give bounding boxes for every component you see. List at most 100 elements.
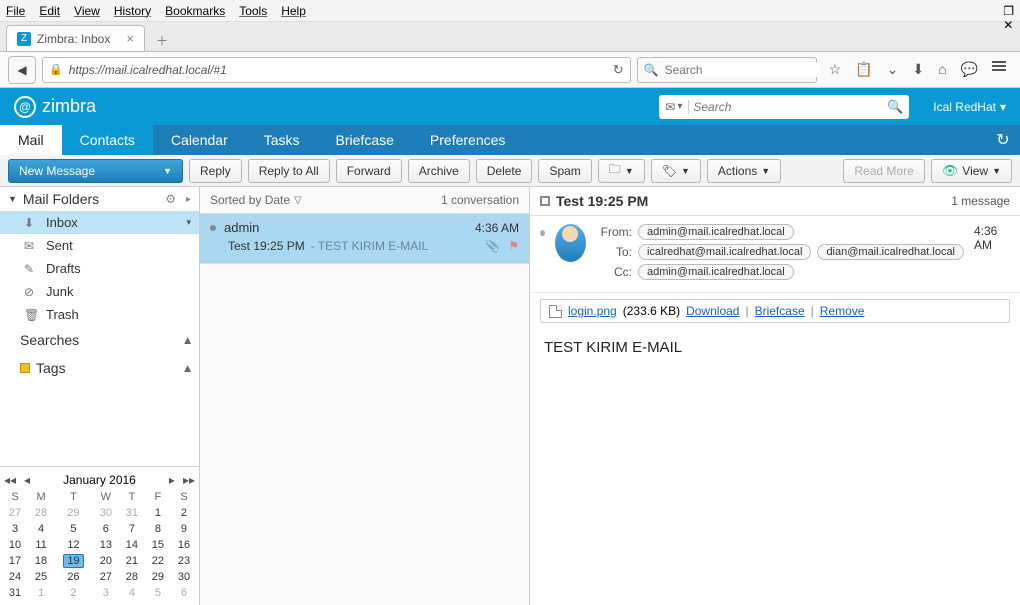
cal-day[interactable]: 2	[54, 585, 93, 601]
pocket-icon[interactable]: ⌄	[887, 61, 899, 78]
sort-control[interactable]: Sorted by Date ▽	[210, 193, 302, 207]
downloads-icon[interactable]: ⬇	[912, 61, 924, 78]
cal-day[interactable]: 8	[145, 521, 171, 537]
menu-view[interactable]: View	[74, 4, 100, 18]
folder-drafts[interactable]: ✎Drafts	[0, 257, 199, 280]
cal-next-month[interactable]: ▸	[167, 473, 177, 487]
calendar-grid[interactable]: SMTWTFS 27282930311234567891011121314151…	[2, 489, 197, 601]
cal-day[interactable]: 31	[2, 585, 28, 601]
cal-day[interactable]: 14	[119, 537, 145, 553]
cal-prev-month[interactable]: ◂	[22, 473, 32, 487]
tag-button[interactable]: 🏷▼	[651, 159, 701, 183]
attachment-briefcase[interactable]: Briefcase	[755, 304, 805, 318]
cal-day[interactable]: 21	[119, 553, 145, 569]
folder-trash[interactable]: 🗑Trash	[0, 303, 199, 326]
delete-button[interactable]: Delete	[476, 159, 533, 183]
folder-sent[interactable]: ✉Sent	[0, 234, 199, 257]
folder-junk[interactable]: ⊘Junk	[0, 280, 199, 303]
mail-folders-header[interactable]: ▼ Mail Folders ⚙ ▸	[0, 187, 199, 211]
cal-day[interactable]: 7	[119, 521, 145, 537]
reply-button[interactable]: Reply	[189, 159, 242, 183]
clipboard-icon[interactable]: 📋	[855, 61, 872, 78]
cal-day[interactable]: 9	[171, 521, 197, 537]
cal-day[interactable]: 13	[93, 537, 119, 553]
tab-preferences[interactable]: Preferences	[412, 125, 523, 155]
cal-day[interactable]: 5	[54, 521, 93, 537]
attachment-remove[interactable]: Remove	[820, 304, 865, 318]
cal-day[interactable]: 19	[54, 553, 93, 569]
cal-day[interactable]: 6	[93, 521, 119, 537]
refresh-icon[interactable]: ↻	[986, 125, 1020, 155]
cal-day[interactable]: 16	[171, 537, 197, 553]
cal-day[interactable]: 22	[145, 553, 171, 569]
to-address-2[interactable]: dian@mail.icalredhat.local	[817, 244, 964, 260]
cal-title[interactable]: January 2016	[36, 473, 163, 487]
chat-icon[interactable]: 💬	[961, 61, 978, 78]
tab-close-icon[interactable]: ×	[126, 31, 134, 46]
cal-day[interactable]: 2	[171, 505, 197, 521]
tab-mail[interactable]: Mail	[0, 125, 62, 155]
gear-icon[interactable]: ⚙	[165, 192, 176, 206]
hamburger-menu-icon[interactable]	[992, 61, 1006, 78]
cal-day[interactable]: 15	[145, 537, 171, 553]
browser-search-input[interactable]	[665, 63, 820, 77]
menu-edit[interactable]: Edit	[39, 4, 60, 18]
search-submit-icon[interactable]: 🔍	[887, 99, 903, 115]
attachment-name[interactable]: login.png	[568, 304, 617, 318]
cal-day[interactable]: 4	[119, 585, 145, 601]
cal-day[interactable]: 28	[28, 505, 54, 521]
forward-button[interactable]: Forward	[336, 159, 402, 183]
window-maximize-button[interactable]: ❐	[1003, 4, 1014, 18]
cal-day[interactable]: 29	[54, 505, 93, 521]
back-button[interactable]: ◀	[8, 56, 36, 84]
chevron-down-icon[interactable]: ▾	[186, 217, 191, 228]
move-folder-button[interactable]: 🗀▼	[598, 159, 645, 183]
cal-day[interactable]: 4	[28, 521, 54, 537]
cal-next-year[interactable]: ▸▸	[181, 473, 197, 487]
to-address-1[interactable]: icalredhat@mail.icalredhat.local	[638, 244, 811, 260]
menu-help[interactable]: Help	[281, 4, 306, 18]
message-item[interactable]: admin 4:36 AM Test 19:25 PM - TEST KIRIM…	[200, 214, 529, 264]
archive-button[interactable]: Archive	[408, 159, 470, 183]
cal-day[interactable]: 6	[171, 585, 197, 601]
cal-day[interactable]: 30	[93, 505, 119, 521]
cal-prev-year[interactable]: ◂◂	[2, 473, 18, 487]
menu-file[interactable]: File	[6, 4, 25, 18]
reply-all-button[interactable]: Reply to All	[248, 159, 330, 183]
new-message-button[interactable]: New Message▼	[8, 159, 183, 183]
url-input[interactable]	[69, 63, 607, 77]
cal-day[interactable]: 11	[28, 537, 54, 553]
cal-day[interactable]: 3	[2, 521, 28, 537]
firefox-menubar[interactable]: File Edit View History Bookmarks Tools H…	[0, 0, 1020, 22]
cc-address[interactable]: admin@mail.icalredhat.local	[638, 264, 794, 280]
actions-button[interactable]: Actions▼	[707, 159, 781, 183]
menu-bookmarks[interactable]: Bookmarks	[165, 4, 225, 18]
from-address[interactable]: admin@mail.icalredhat.local	[638, 224, 794, 240]
user-menu[interactable]: Ical RedHat ▾	[933, 100, 1006, 114]
window-close-button[interactable]: ✕	[1003, 18, 1014, 32]
expand-icon[interactable]	[540, 196, 550, 206]
browser-search-bar[interactable]: 🔍	[637, 57, 817, 83]
tags-section[interactable]: Tags▶	[0, 354, 199, 382]
cal-day[interactable]: 20	[93, 553, 119, 569]
tab-tasks[interactable]: Tasks	[246, 125, 318, 155]
tab-briefcase[interactable]: Briefcase	[318, 125, 412, 155]
cal-day[interactable]: 17	[2, 553, 28, 569]
browser-tab[interactable]: Z Zimbra: Inbox ×	[6, 25, 145, 51]
cal-day[interactable]: 23	[171, 553, 197, 569]
spam-button[interactable]: Spam	[538, 159, 591, 183]
chevron-right-icon[interactable]: ▸	[186, 194, 191, 205]
bookmark-star-icon[interactable]: ☆	[829, 61, 842, 78]
tab-contacts[interactable]: Contacts	[62, 125, 153, 155]
searches-section[interactable]: Searches▶	[0, 326, 199, 354]
zimbra-search-bar[interactable]: ✉ ▾ 🔍	[659, 95, 909, 119]
folder-inbox[interactable]: ⬇Inbox▾	[0, 211, 199, 234]
cal-day[interactable]: 3	[93, 585, 119, 601]
collapse-icon[interactable]: ▼	[8, 194, 17, 204]
cal-day[interactable]: 27	[2, 505, 28, 521]
cal-day[interactable]: 10	[2, 537, 28, 553]
url-bar[interactable]: 🔒 ↻	[42, 57, 631, 83]
cal-day[interactable]: 1	[145, 505, 171, 521]
read-more-button[interactable]: Read More	[843, 159, 924, 183]
cal-day[interactable]: 12	[54, 537, 93, 553]
